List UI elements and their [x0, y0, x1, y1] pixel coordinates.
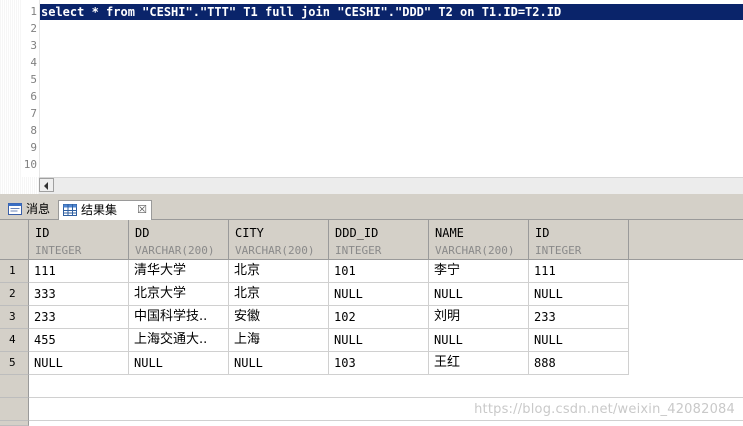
table-cell[interactable]: 111	[529, 260, 629, 283]
column-name: ID	[35, 226, 50, 240]
table-cell[interactable]: 刘明	[429, 306, 529, 329]
column-name: NAME	[435, 226, 464, 240]
tab-results-label: 结果集	[81, 203, 118, 217]
table-cell[interactable]: 101	[329, 260, 429, 283]
table-cell[interactable]: 233	[29, 306, 129, 329]
tab-results[interactable]: 结果集 ☒	[58, 200, 152, 221]
table-cell[interactable]: 233	[529, 306, 629, 329]
empty-row-header	[0, 398, 29, 421]
line-number: 1	[30, 5, 37, 18]
header-filler	[629, 220, 743, 260]
column-type: INTEGER	[535, 244, 582, 257]
arrow-left-icon	[44, 182, 48, 190]
table-cell[interactable]: 333	[29, 283, 129, 306]
line-number: 6	[30, 90, 37, 103]
column-name: ID	[535, 226, 550, 240]
column-type: VARCHAR(200)	[235, 244, 315, 257]
table-cell[interactable]: 上海	[229, 329, 329, 352]
table-cell[interactable]: 李宁	[429, 260, 529, 283]
row-number[interactable]: 3	[0, 306, 29, 329]
table-cell[interactable]: 上海交通大..	[129, 329, 229, 352]
editor-horizontal-scrollbar[interactable]	[0, 177, 743, 195]
line-number: 10	[23, 158, 37, 171]
row-number[interactable]: 4	[0, 329, 29, 352]
scrollbar-track[interactable]	[39, 177, 743, 195]
line-number: 5	[30, 73, 37, 86]
column-type: VARCHAR(200)	[135, 244, 215, 257]
column-type: INTEGER	[335, 244, 382, 257]
column-type: INTEGER	[35, 244, 82, 257]
result-tab-bar: 消息 结果集 ☒	[0, 199, 743, 221]
table-cell[interactable]: 111	[29, 260, 129, 283]
line-number: 7	[30, 107, 37, 120]
line-number: 8	[30, 124, 37, 137]
table-cell[interactable]: 清华大学	[129, 260, 229, 283]
table-cell[interactable]: NULL	[29, 352, 129, 375]
scroll-left-button[interactable]	[39, 178, 54, 192]
close-icon[interactable]: ☒	[137, 201, 147, 219]
column-name: DDD_ID	[335, 226, 379, 240]
table-cell[interactable]: NULL	[429, 329, 529, 352]
column-header-name[interactable]: NAME VARCHAR(200)	[429, 220, 529, 260]
column-type: VARCHAR(200)	[435, 244, 515, 257]
line-number: 9	[30, 141, 37, 154]
table-cell[interactable]: NULL	[229, 352, 329, 375]
column-header-city[interactable]: CITY VARCHAR(200)	[229, 220, 329, 260]
table-cell[interactable]: NULL	[529, 329, 629, 352]
line-number: 3	[30, 39, 37, 52]
column-name: DD	[135, 226, 150, 240]
column-header-ddd-id[interactable]: DDD_ID INTEGER	[329, 220, 429, 260]
column-name: CITY	[235, 226, 264, 240]
column-header-id-2[interactable]: ID INTEGER	[529, 220, 629, 260]
editor-margin	[0, 0, 21, 177]
empty-row	[29, 375, 743, 398]
table-cell[interactable]: 888	[529, 352, 629, 375]
row-number[interactable]: 2	[0, 283, 29, 306]
message-list-icon	[8, 203, 22, 215]
result-grid[interactable]: ID INTEGER DD VARCHAR(200) CITY VARCHAR(…	[0, 220, 743, 426]
table-cell[interactable]: 北京	[229, 260, 329, 283]
table-cell[interactable]: 103	[329, 352, 429, 375]
line-number: 2	[30, 22, 37, 35]
tab-messages[interactable]: 消息	[4, 200, 57, 220]
row-number[interactable]: 5	[0, 352, 29, 375]
empty-row-header	[0, 375, 29, 398]
line-number-gutter: 1 2 3 4 5 6 7 8 9 10	[21, 0, 40, 177]
empty-row-header	[0, 421, 29, 426]
table-cell[interactable]: 455	[29, 329, 129, 352]
grid-corner[interactable]	[0, 220, 29, 260]
table-cell[interactable]: 王红	[429, 352, 529, 375]
table-cell[interactable]: NULL	[329, 283, 429, 306]
column-header-dd[interactable]: DD VARCHAR(200)	[129, 220, 229, 260]
sql-query-line[interactable]: select * from "CESHI"."TTT" T1 full join…	[40, 4, 743, 20]
table-cell[interactable]: 中国科学技..	[129, 306, 229, 329]
table-cell[interactable]: 102	[329, 306, 429, 329]
table-grid-icon	[63, 204, 77, 216]
row-number[interactable]: 1	[0, 260, 29, 283]
table-cell[interactable]: 北京	[229, 283, 329, 306]
table-cell[interactable]: 安徽	[229, 306, 329, 329]
table-cell[interactable]: NULL	[529, 283, 629, 306]
watermark: https://blog.csdn.net/weixin_42082084	[474, 402, 735, 417]
sql-editor[interactable]: 1 2 3 4 5 6 7 8 9 10 select * from "CESH…	[0, 0, 743, 177]
table-cell[interactable]: NULL	[429, 283, 529, 306]
line-number: 4	[30, 56, 37, 69]
tab-messages-label: 消息	[26, 202, 51, 216]
table-cell[interactable]: NULL	[129, 352, 229, 375]
table-cell[interactable]: 北京大学	[129, 283, 229, 306]
column-header-id[interactable]: ID INTEGER	[29, 220, 129, 260]
table-cell[interactable]: NULL	[329, 329, 429, 352]
